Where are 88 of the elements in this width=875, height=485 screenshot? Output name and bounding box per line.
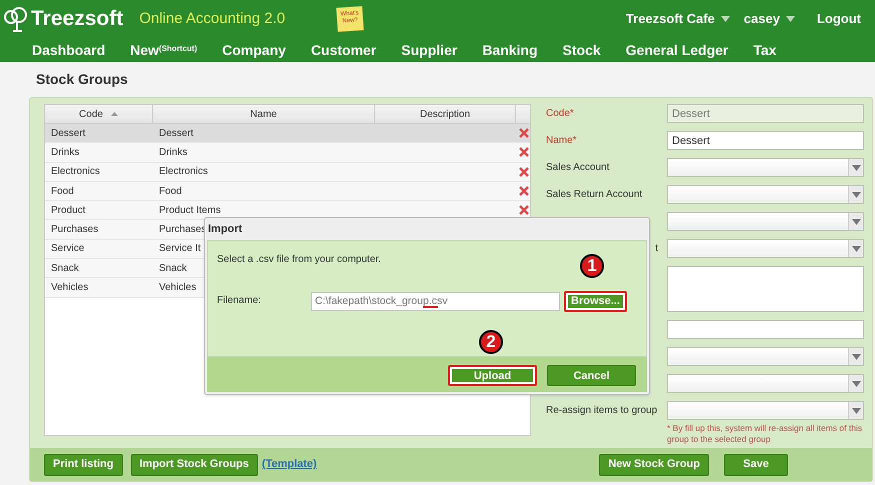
dropdown-arrow-icon xyxy=(852,380,860,386)
table-row[interactable]: Drinks Drinks xyxy=(45,143,530,163)
underline-mark xyxy=(423,306,438,308)
dialog-message: Select a .csv file from your computer. xyxy=(217,253,381,267)
dropdown-field[interactable] xyxy=(667,185,864,204)
dropdown-field[interactable] xyxy=(667,212,864,231)
action-button[interactable]: Print listing xyxy=(44,454,122,476)
table-cell-text: Food xyxy=(159,184,182,199)
logo-text: Treezsoft xyxy=(31,6,124,32)
step-marker: 1 xyxy=(580,254,604,278)
nav-item[interactable]: Dashboard xyxy=(32,40,106,60)
dropdown-field[interactable] xyxy=(667,239,864,258)
table-cell-text: Vehicles xyxy=(50,281,90,296)
field-label: Code* xyxy=(546,108,574,120)
dropdown-arrow-icon xyxy=(852,192,860,198)
dropdown-field[interactable] xyxy=(667,374,864,393)
nav-item[interactable]: New$^{(Shortcut)}$ xyxy=(130,40,198,60)
column-header[interactable]: Name xyxy=(153,105,375,123)
table-cell-text: Electronics xyxy=(159,165,208,180)
table-row[interactable]: Dessert Dessert xyxy=(45,124,530,144)
field-label: t xyxy=(655,242,658,254)
action-button[interactable]: New Stock Group xyxy=(599,454,709,476)
tree-logo-icon xyxy=(2,5,30,33)
table-cell-text: Product Items xyxy=(159,204,221,218)
sort-ascending-icon xyxy=(110,112,118,116)
dialog-title: Import xyxy=(208,222,242,237)
field-label: Name* xyxy=(546,134,577,146)
dropdown-field[interactable] xyxy=(667,401,864,420)
action-button[interactable]: Save xyxy=(724,454,788,476)
delete-icon[interactable] xyxy=(519,147,529,158)
nav-item[interactable]: Customer xyxy=(310,40,376,60)
user-menu[interactable]: casey xyxy=(744,9,795,29)
text-field[interactable] xyxy=(667,320,864,339)
text-field[interactable]: Dessert xyxy=(667,131,864,150)
text-area[interactable] xyxy=(667,266,864,312)
table-cell-text: Purchases xyxy=(159,223,206,238)
table-row[interactable]: Electronics Electronics xyxy=(45,162,530,182)
dropdown-field[interactable] xyxy=(667,158,864,177)
hint-text: * By fill up this, system will re-assign all items of this group to the selected group xyxy=(667,423,864,445)
table-cell-text: Dessert xyxy=(50,126,86,141)
action-button[interactable]: Upload xyxy=(448,365,537,386)
column-header[interactable]: Description xyxy=(375,105,516,123)
dropdown-arrow-icon xyxy=(852,408,860,414)
column-header[interactable]: Code xyxy=(45,105,153,123)
delete-icon[interactable] xyxy=(519,186,529,196)
filename-field[interactable]: C:\fakepath\stock_group.csv xyxy=(311,292,560,310)
delete-icon[interactable] xyxy=(519,128,529,138)
table-cell-text: Vehicles xyxy=(159,281,196,296)
dropdown-arrow-icon xyxy=(852,164,860,170)
field-label: Re-assign items to group xyxy=(546,404,658,416)
action-button[interactable]: Cancel xyxy=(547,365,636,386)
table-cell-text: Service xyxy=(50,242,86,256)
filename-label: Filename: xyxy=(217,294,262,308)
table-cell-text: Dessert xyxy=(159,126,194,141)
dropdown-arrow-icon xyxy=(852,218,860,224)
nav-item[interactable]: Banking xyxy=(482,40,538,60)
company-menu[interactable]: Treezsoft Cafe xyxy=(626,9,730,29)
delete-icon[interactable] xyxy=(519,205,529,216)
nav-item[interactable]: General Ledger xyxy=(626,40,728,60)
nav-item[interactable]: Tax xyxy=(753,40,776,60)
dropdown-arrow-icon xyxy=(852,246,860,252)
table-cell-text: Food xyxy=(50,184,75,199)
table-row[interactable]: Product Product Items xyxy=(45,201,530,220)
logout-link[interactable]: Logout xyxy=(816,9,861,29)
field-label: Sales Account xyxy=(546,162,610,174)
nav-item[interactable]: Supplier xyxy=(401,40,458,60)
table-cell-text: Electronics xyxy=(50,165,101,180)
table-cell-text: Drinks xyxy=(159,146,188,160)
table-cell-text: Snack xyxy=(50,262,80,276)
app-title: Online Accounting 2.0 xyxy=(139,8,286,29)
action-button[interactable]: Import Stock Groups xyxy=(130,454,258,476)
field-label: Sales Return Account xyxy=(546,188,642,200)
action-button[interactable]: Browse... xyxy=(564,290,627,312)
table-cell-text: Product xyxy=(50,204,86,218)
table-row[interactable]: Food Food xyxy=(45,182,530,202)
page-title: Stock Groups xyxy=(36,70,128,89)
nav-item[interactable]: Stock xyxy=(562,40,601,60)
nav-item[interactable]: Company xyxy=(222,40,286,60)
table-cell-text: Drinks xyxy=(50,146,80,160)
delete-icon[interactable] xyxy=(519,166,529,177)
table-cell-text: Purchases xyxy=(50,223,100,238)
dropdown-arrow-icon xyxy=(852,354,860,360)
dropdown-field[interactable] xyxy=(667,347,864,366)
caret-icon xyxy=(720,16,730,22)
template-link[interactable]: (Template) xyxy=(262,456,317,473)
table-cell-text: Snack xyxy=(159,262,187,276)
caret-icon xyxy=(786,16,795,22)
table-cell-text: Service It xyxy=(159,242,201,256)
